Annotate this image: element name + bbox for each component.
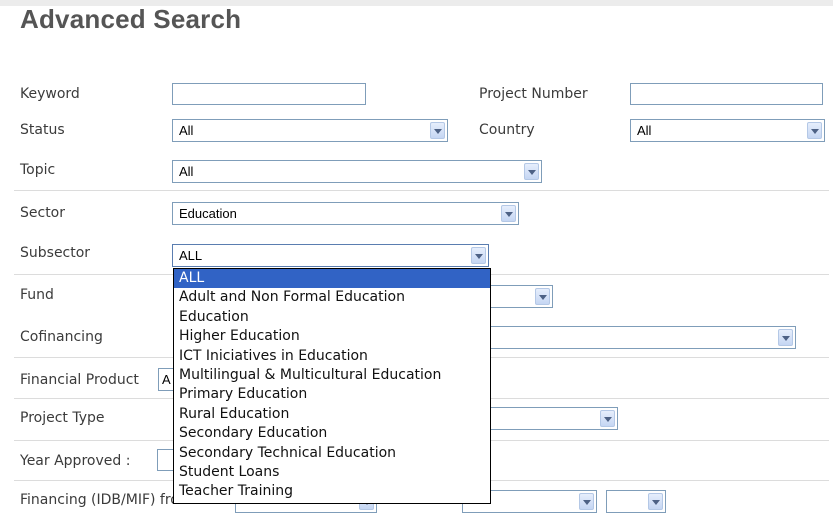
- subsector-option[interactable]: Secondary Technical Education: [174, 444, 490, 463]
- chevron-down-icon[interactable]: [807, 122, 822, 139]
- subsector-option[interactable]: ICT Iniciatives in Education: [174, 347, 490, 366]
- chevron-down-icon[interactable]: [524, 163, 539, 180]
- subsector-option[interactable]: Multilingual & Multicultural Education: [174, 366, 490, 385]
- topic-label: Topic: [20, 162, 56, 178]
- financing-currency-select[interactable]: [606, 490, 666, 513]
- subsector-option[interactable]: Secondary Education: [174, 424, 490, 443]
- subsector-option[interactable]: ALL: [174, 269, 490, 289]
- topic-value: All: [179, 164, 194, 179]
- country-label: Country: [479, 122, 535, 138]
- project-number-label: Project Number: [479, 86, 588, 102]
- financial-product-label: Financial Product: [20, 372, 139, 388]
- chevron-down-icon[interactable]: [648, 493, 663, 510]
- financial-product-value: A: [162, 372, 171, 387]
- sector-label: Sector: [20, 205, 66, 221]
- chevron-down-icon[interactable]: [778, 329, 793, 346]
- divider: [14, 190, 829, 191]
- subsector-option[interactable]: Primary Education: [174, 385, 490, 404]
- status-select[interactable]: All: [172, 119, 448, 142]
- subsector-select[interactable]: ALL: [172, 244, 489, 267]
- status-label: Status: [20, 122, 65, 138]
- subsector-option[interactable]: Teacher Training: [174, 482, 490, 501]
- chevron-down-icon[interactable]: [430, 122, 445, 139]
- subsector-option[interactable]: Student Loans: [174, 463, 490, 482]
- chevron-down-icon[interactable]: [501, 205, 516, 222]
- chevron-down-icon[interactable]: [535, 288, 550, 305]
- topic-select[interactable]: All: [172, 160, 542, 183]
- keyword-label: Keyword: [20, 86, 80, 102]
- chevron-down-icon[interactable]: [579, 493, 594, 510]
- subsector-option[interactable]: Higher Education: [174, 327, 490, 346]
- project-number-input[interactable]: [630, 83, 823, 105]
- advanced-search-form: Advanced Search Keyword Project Number S…: [0, 0, 833, 527]
- page-title: Advanced Search: [20, 4, 242, 34]
- keyword-input[interactable]: [172, 83, 366, 105]
- subsector-option[interactable]: Rural Education: [174, 405, 490, 424]
- sector-select[interactable]: Education: [172, 202, 519, 225]
- year-approved-label: Year Approved :: [20, 453, 131, 469]
- financing-label: Financing (IDB/MIF) from:: [20, 492, 198, 508]
- subsector-value: ALL: [179, 248, 203, 263]
- subsector-option[interactable]: Adult and Non Formal Education: [174, 288, 490, 307]
- subsector-label: Subsector: [20, 245, 91, 261]
- cofinancing-select[interactable]: [450, 326, 796, 349]
- country-select[interactable]: All: [630, 119, 825, 142]
- country-value: All: [637, 123, 652, 138]
- sector-value: Education: [179, 206, 237, 221]
- chevron-down-icon[interactable]: [600, 410, 615, 427]
- project-type-label: Project Type: [20, 410, 105, 426]
- subsector-dropdown-list[interactable]: ALL Adult and Non Formal Education Educati…: [173, 268, 491, 504]
- status-value: All: [179, 123, 194, 138]
- subsector-option[interactable]: Education: [174, 308, 490, 327]
- cofinancing-label: Cofinancing: [20, 329, 103, 345]
- fund-label: Fund: [20, 287, 54, 303]
- chevron-down-icon[interactable]: [471, 247, 486, 264]
